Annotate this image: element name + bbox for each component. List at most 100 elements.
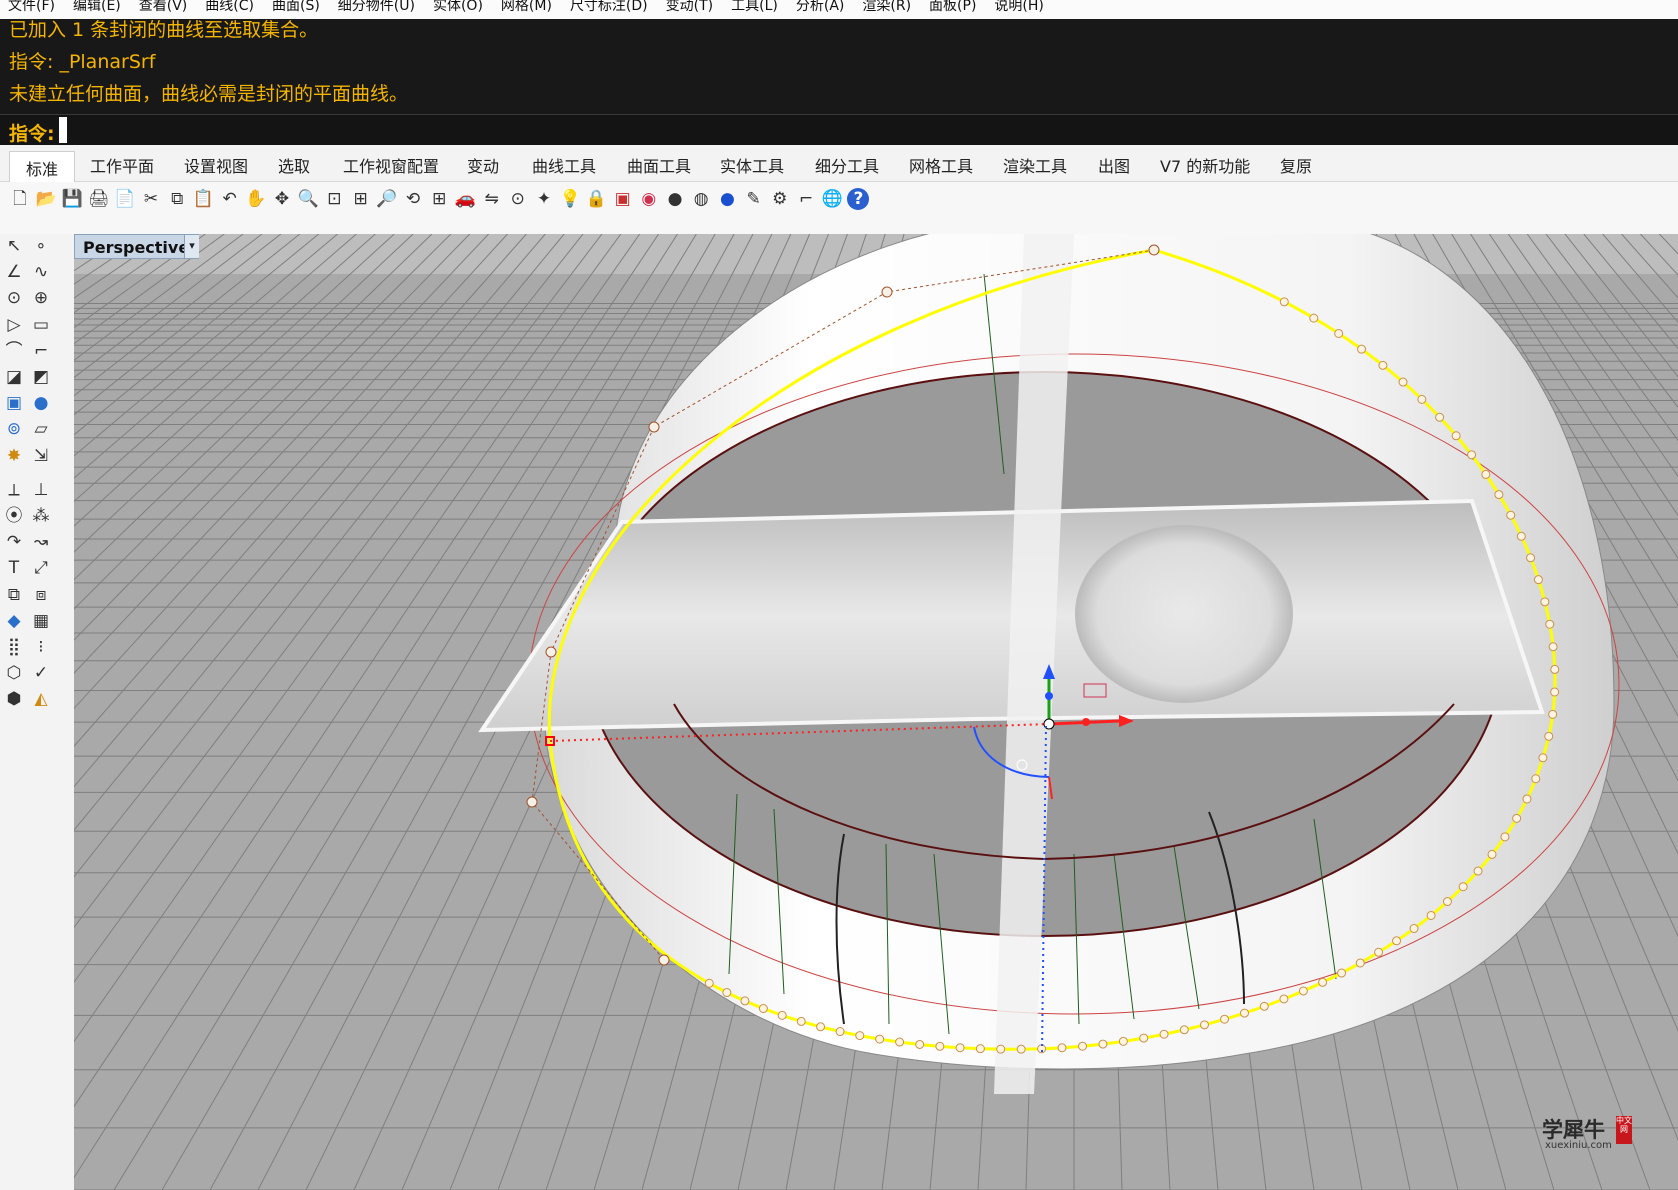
zoom-extents-icon[interactable]: ⊞ xyxy=(350,188,372,210)
edit-point[interactable] xyxy=(1487,849,1497,859)
zoom-window-icon[interactable]: ⊡ xyxy=(323,188,345,210)
edit-point[interactable] xyxy=(1298,986,1308,996)
check-icon[interactable]: ✓ xyxy=(30,662,52,684)
tab-1[interactable]: 标准 xyxy=(9,151,76,186)
join-icon[interactable]: ⇲ xyxy=(30,445,52,467)
edit-point[interactable] xyxy=(1159,1029,1169,1039)
menu-item[interactable]: 工具(L) xyxy=(731,0,778,13)
transform-icon[interactable]: ⧉ xyxy=(3,584,25,606)
point-icon[interactable]: ✦ xyxy=(533,188,555,210)
import-icon[interactable]: 📄 xyxy=(114,188,136,210)
edit-point[interactable] xyxy=(704,978,714,988)
edit-point[interactable] xyxy=(835,1027,845,1037)
edit-point[interactable] xyxy=(1118,1036,1128,1046)
dimension-icon[interactable]: ⤢ xyxy=(30,557,52,579)
loft-icon[interactable]: ◩ xyxy=(30,366,52,388)
tab-11[interactable]: 网格工具 xyxy=(909,153,973,177)
edit-point[interactable] xyxy=(1533,575,1543,585)
tab-10[interactable]: 细分工具 xyxy=(815,153,879,177)
cage-icon[interactable]: ⬡ xyxy=(3,662,25,684)
lock-icon[interactable]: 🔒 xyxy=(585,188,607,210)
edit-point[interactable] xyxy=(1357,344,1367,354)
edit-point[interactable] xyxy=(1259,1001,1269,1011)
viewport-title[interactable]: Perspective xyxy=(74,234,199,259)
edit-point[interactable] xyxy=(1378,360,1388,370)
save-icon[interactable]: 💾 xyxy=(61,188,83,210)
box-icon[interactable]: ▣ xyxy=(3,392,25,414)
edit-point[interactable] xyxy=(1544,731,1554,741)
four-views-icon[interactable]: ⊞ xyxy=(428,188,450,210)
arc-icon[interactable]: ⌒ xyxy=(3,340,25,362)
tab-15[interactable]: 复原 xyxy=(1280,153,1312,177)
menu-item[interactable]: 说明(H) xyxy=(994,0,1043,13)
trim-icon[interactable]: ⊥ xyxy=(30,479,52,501)
edit-point[interactable] xyxy=(996,1044,1006,1054)
edit-point[interactable] xyxy=(1526,553,1536,563)
tab-9[interactable]: 实体工具 xyxy=(720,153,784,177)
edit-point[interactable] xyxy=(915,1039,925,1049)
edit-point[interactable] xyxy=(1239,1008,1249,1018)
edit-point[interactable] xyxy=(975,1044,985,1054)
paste-icon[interactable]: 📋 xyxy=(192,188,214,210)
edit-point[interactable] xyxy=(1409,924,1419,934)
blue-sphere-icon[interactable]: ● xyxy=(716,188,738,210)
menu-item[interactable]: 尺寸标注(D) xyxy=(570,0,648,13)
tab-12[interactable]: 渲染工具 xyxy=(1003,153,1067,177)
rotate-icon[interactable]: ⟲ xyxy=(402,188,424,210)
tab-8[interactable]: 曲面工具 xyxy=(627,153,691,177)
tab-3[interactable]: 设置视图 xyxy=(184,153,248,177)
edit-point[interactable] xyxy=(1355,958,1365,968)
tab-14[interactable]: V7 的新功能 xyxy=(1160,153,1250,177)
group-icon[interactable]: ⦿ xyxy=(3,505,25,527)
zoom-dynamic-icon[interactable]: 🔍 xyxy=(297,188,319,210)
edit-point[interactable] xyxy=(935,1041,945,1051)
edit-point[interactable] xyxy=(1279,297,1289,307)
edit-point[interactable] xyxy=(1540,597,1550,607)
control-points-icon[interactable]: ⁝ xyxy=(30,636,52,658)
edit-point[interactable] xyxy=(1451,431,1461,441)
viewport-menu-dropdown[interactable]: ▾ xyxy=(184,235,199,258)
text-icon[interactable]: T xyxy=(3,557,25,579)
menu-item[interactable]: 文件(F) xyxy=(8,0,55,13)
cut-icon[interactable]: ✂ xyxy=(140,188,162,210)
edit-point[interactable] xyxy=(1016,1044,1026,1054)
block-icon[interactable]: ⁂ xyxy=(30,505,52,527)
perspective-viewport[interactable]: Perspective ▾ 学犀牛 xuexiniu.com 中文网 xyxy=(74,234,1678,1190)
point-icon[interactable]: ∘ xyxy=(30,235,52,257)
explode-icon[interactable]: ✸ xyxy=(3,445,25,467)
split-icon[interactable]: ⟂ xyxy=(3,479,25,501)
globe-icon[interactable]: 🌐 xyxy=(821,188,843,210)
command-input[interactable]: 指令: xyxy=(0,114,1678,146)
edit-point[interactable] xyxy=(1538,753,1548,763)
menu-item[interactable]: 变动(T) xyxy=(666,0,713,13)
pan-icon[interactable]: ✋ xyxy=(245,188,267,210)
edit-point[interactable] xyxy=(1098,1039,1108,1049)
edit-point[interactable] xyxy=(1077,1041,1087,1051)
edit-point[interactable] xyxy=(816,1022,826,1032)
undo-icon[interactable]: ↶ xyxy=(219,188,241,210)
open-icon[interactable]: 📂 xyxy=(35,188,57,210)
offset-icon[interactable]: ↷ xyxy=(3,531,25,553)
rotate-view-icon[interactable]: ✥ xyxy=(271,188,293,210)
edit-point[interactable] xyxy=(1494,490,1504,500)
menu-item[interactable]: 实体(O) xyxy=(433,0,483,13)
edit-point[interactable] xyxy=(1426,910,1436,920)
edit-point[interactable] xyxy=(777,1010,787,1020)
edit-point[interactable] xyxy=(1516,531,1526,541)
edit-point[interactable] xyxy=(955,1043,965,1053)
select-icon[interactable]: ↖ xyxy=(3,235,25,257)
edit-point[interactable] xyxy=(1548,642,1558,652)
grid-snap-icon[interactable]: ⊙ xyxy=(507,188,529,210)
menu-item[interactable]: 曲面(S) xyxy=(272,0,320,13)
edit-point[interactable] xyxy=(1500,832,1510,842)
mirror-icon[interactable]: ⇋ xyxy=(481,188,503,210)
solid-icon[interactable]: ◆ xyxy=(3,610,25,632)
car-icon[interactable]: 🚗 xyxy=(454,188,476,210)
edit-point[interactable] xyxy=(1531,774,1541,784)
menu-item[interactable]: 网格(M) xyxy=(501,0,552,13)
analyze-icon[interactable]: ⬢ xyxy=(3,688,25,710)
edit-point[interactable] xyxy=(1545,619,1555,629)
fillet-curve-icon[interactable]: ⌐ xyxy=(30,340,52,362)
menu-item[interactable]: 渲染(R) xyxy=(862,0,911,13)
menu-item[interactable]: 细分物件(U) xyxy=(338,0,415,13)
